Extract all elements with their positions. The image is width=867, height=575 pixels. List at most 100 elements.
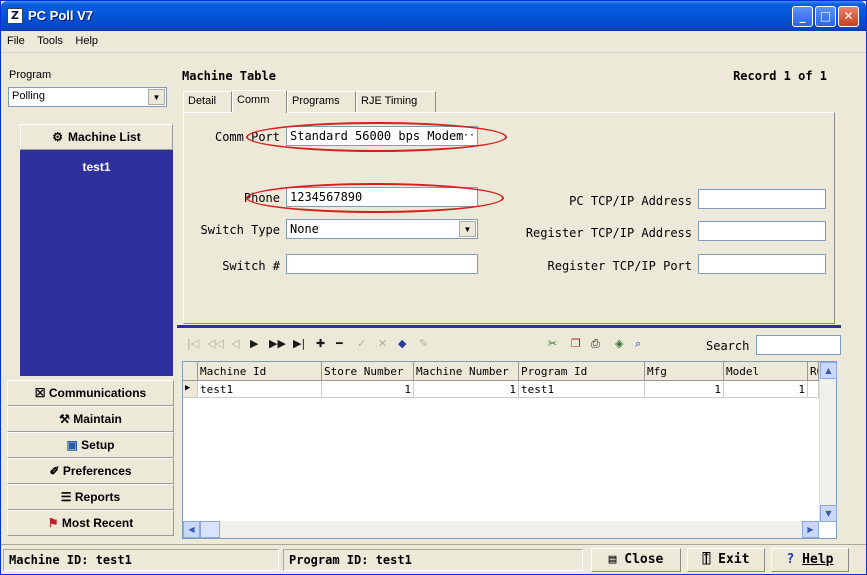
program-id-status: Program ID: test1 — [283, 549, 583, 571]
tab-rje-timing[interactable]: RJE Timing — [356, 91, 436, 112]
help-button[interactable]: ? Help — [771, 548, 849, 572]
scroll-down-icon[interactable]: ▼ — [820, 505, 837, 522]
comm-tab-pane: Comm Port Standard 56000 bps Modem ··· P… — [183, 112, 835, 324]
cell-mfg[interactable]: 1 — [645, 381, 724, 398]
close-window-button[interactable]: ✕ — [838, 6, 859, 27]
most-recent-label: Most Recent — [61, 516, 134, 530]
column-header[interactable]: Model — [724, 362, 808, 381]
cell-rom[interactable] — [808, 381, 819, 398]
app-icon: Z — [7, 8, 23, 24]
find-icon[interactable]: ⌕ — [635, 337, 641, 351]
last-record-icon[interactable]: ▶| — [293, 337, 305, 350]
print-icon[interactable]: ⎙ — [591, 337, 600, 351]
column-header[interactable]: Mfg — [645, 362, 724, 381]
chevron-down-icon[interactable]: ▼ — [459, 221, 476, 237]
window-title: PC Poll V7 — [28, 8, 94, 23]
prior-page-icon[interactable]: ◁◁ — [207, 337, 224, 350]
scroll-thumb[interactable] — [200, 521, 220, 538]
setup-icon: ▣ — [66, 438, 78, 452]
menu-help[interactable]: Help — [69, 31, 101, 47]
delete-record-icon[interactable]: ━ — [336, 337, 343, 350]
scroll-right-icon[interactable]: ▶ — [802, 521, 819, 538]
annotation-circle — [246, 183, 504, 213]
menu-tools[interactable]: Tools — [31, 31, 66, 47]
setup-label: Setup — [81, 438, 115, 452]
column-header[interactable]: Program Id — [519, 362, 645, 381]
search-input[interactable] — [756, 335, 841, 355]
annotation-circle — [246, 122, 507, 152]
scroll-up-icon[interactable]: ▲ — [820, 362, 837, 379]
close-button[interactable]: ▤ Close — [591, 548, 681, 572]
program-select-value: Polling — [12, 90, 46, 102]
horizontal-scrollbar[interactable]: ◀ ▶ — [183, 521, 819, 538]
most-recent-button[interactable]: ⚑ Most Recent — [7, 510, 174, 536]
post-edit-icon[interactable]: ✓ — [357, 337, 366, 350]
main-panel: Machine Table Record 1 of 1 Detail Comm … — [177, 61, 841, 541]
minimize-button[interactable]: _ — [792, 6, 813, 27]
exit-button[interactable]: ⍐ Exit — [687, 548, 765, 572]
tab-detail[interactable]: Detail — [183, 91, 232, 112]
preferences-button[interactable]: ✐ Preferences — [7, 458, 174, 484]
reports-button[interactable]: ☰ Reports — [7, 484, 174, 510]
status-bar: Machine ID: test1 Program ID: test1 ▤ Cl… — [1, 544, 866, 574]
grid-header: Machine Id Store Number Machine Number P… — [183, 362, 819, 381]
column-header[interactable]: Machine Number — [414, 362, 519, 381]
next-page-icon[interactable]: ▶▶ — [269, 337, 286, 350]
communications-icon: ☒ — [34, 386, 46, 400]
cell-machine-id[interactable]: test1 — [198, 381, 322, 398]
flag-icon: ⚑ — [47, 516, 59, 530]
cell-program-id[interactable]: test1 — [519, 381, 645, 398]
switch-number-field[interactable] — [286, 254, 478, 274]
insert-record-icon[interactable]: ✚ — [316, 337, 325, 350]
reports-icon: ☰ — [60, 490, 72, 504]
cell-store-number[interactable]: 1 — [322, 381, 414, 398]
refresh-icon[interactable]: ◆ — [398, 337, 406, 350]
maximize-button[interactable]: □ — [815, 6, 836, 27]
panel-separator — [177, 325, 841, 328]
column-header[interactable]: Store Number — [322, 362, 414, 381]
cell-model[interactable]: 1 — [724, 381, 808, 398]
program-select[interactable]: Polling ▼ — [8, 87, 167, 107]
machine-list-item[interactable]: test1 — [20, 160, 173, 174]
register-port-field[interactable] — [698, 254, 826, 274]
first-record-icon[interactable]: |◁ — [187, 337, 199, 350]
cell-machine-number[interactable]: 1 — [414, 381, 519, 398]
tab-comm[interactable]: Comm — [232, 90, 287, 113]
machine-id-status: Machine ID: test1 — [3, 549, 279, 571]
column-header[interactable]: Machine Id — [198, 362, 322, 381]
copy-icon[interactable]: ❐ — [571, 337, 581, 350]
exit-icon: ⍐ — [702, 552, 711, 567]
tab-programs[interactable]: Programs — [287, 91, 356, 112]
pc-tcp-label: PC TCP/IP Address — [569, 194, 692, 208]
goto-icon[interactable]: ✎ — [419, 337, 428, 350]
edit-tools-icon[interactable]: ✂ — [548, 337, 557, 350]
setup-button[interactable]: ▣ Setup — [7, 432, 174, 458]
menu-file[interactable]: File — [1, 31, 28, 47]
machine-table-title: Machine Table — [182, 69, 276, 83]
title-bar[interactable]: Z PC Poll V7 _ □ ✕ — [1, 1, 866, 31]
scroll-left-icon[interactable]: ◀ — [183, 521, 200, 538]
communications-button[interactable]: ☒ Communications — [7, 380, 174, 406]
machine-table-header: Machine Table Record 1 of 1 — [182, 69, 837, 83]
vertical-scrollbar[interactable]: ▲ ▼ — [819, 362, 837, 522]
register-tcp-field[interactable] — [698, 221, 826, 241]
chevron-down-icon[interactable]: ▼ — [148, 89, 165, 105]
cancel-edit-icon[interactable]: ✕ — [378, 337, 387, 350]
table-row[interactable]: ▶ test1 1 1 test1 1 1 — [183, 381, 819, 398]
close-label: Close — [624, 552, 664, 567]
maintain-button[interactable]: ⚒ Maintain — [7, 406, 174, 432]
switch-type-select[interactable]: None ▼ — [286, 219, 478, 239]
register-tcp-label: Register TCP/IP Address — [525, 226, 692, 240]
pc-tcp-field[interactable] — [698, 189, 826, 209]
machine-list-button[interactable]: ⚙ Machine List — [20, 124, 173, 150]
switch-type-label: Switch Type — [200, 223, 280, 237]
close-icon: ▤ — [608, 552, 617, 567]
next-record-icon[interactable]: ▶ — [250, 337, 258, 350]
column-header[interactable]: ROM — [808, 362, 819, 381]
communications-label: Communications — [48, 386, 147, 400]
exit-label: Exit — [718, 552, 750, 567]
gem-icon[interactable]: ◈ — [615, 337, 623, 350]
switch-type-value: None — [290, 222, 319, 236]
app-window: Z PC Poll V7 _ □ ✕ File Tools Help Progr… — [0, 0, 867, 575]
prior-record-icon[interactable]: ◁ — [231, 337, 239, 350]
